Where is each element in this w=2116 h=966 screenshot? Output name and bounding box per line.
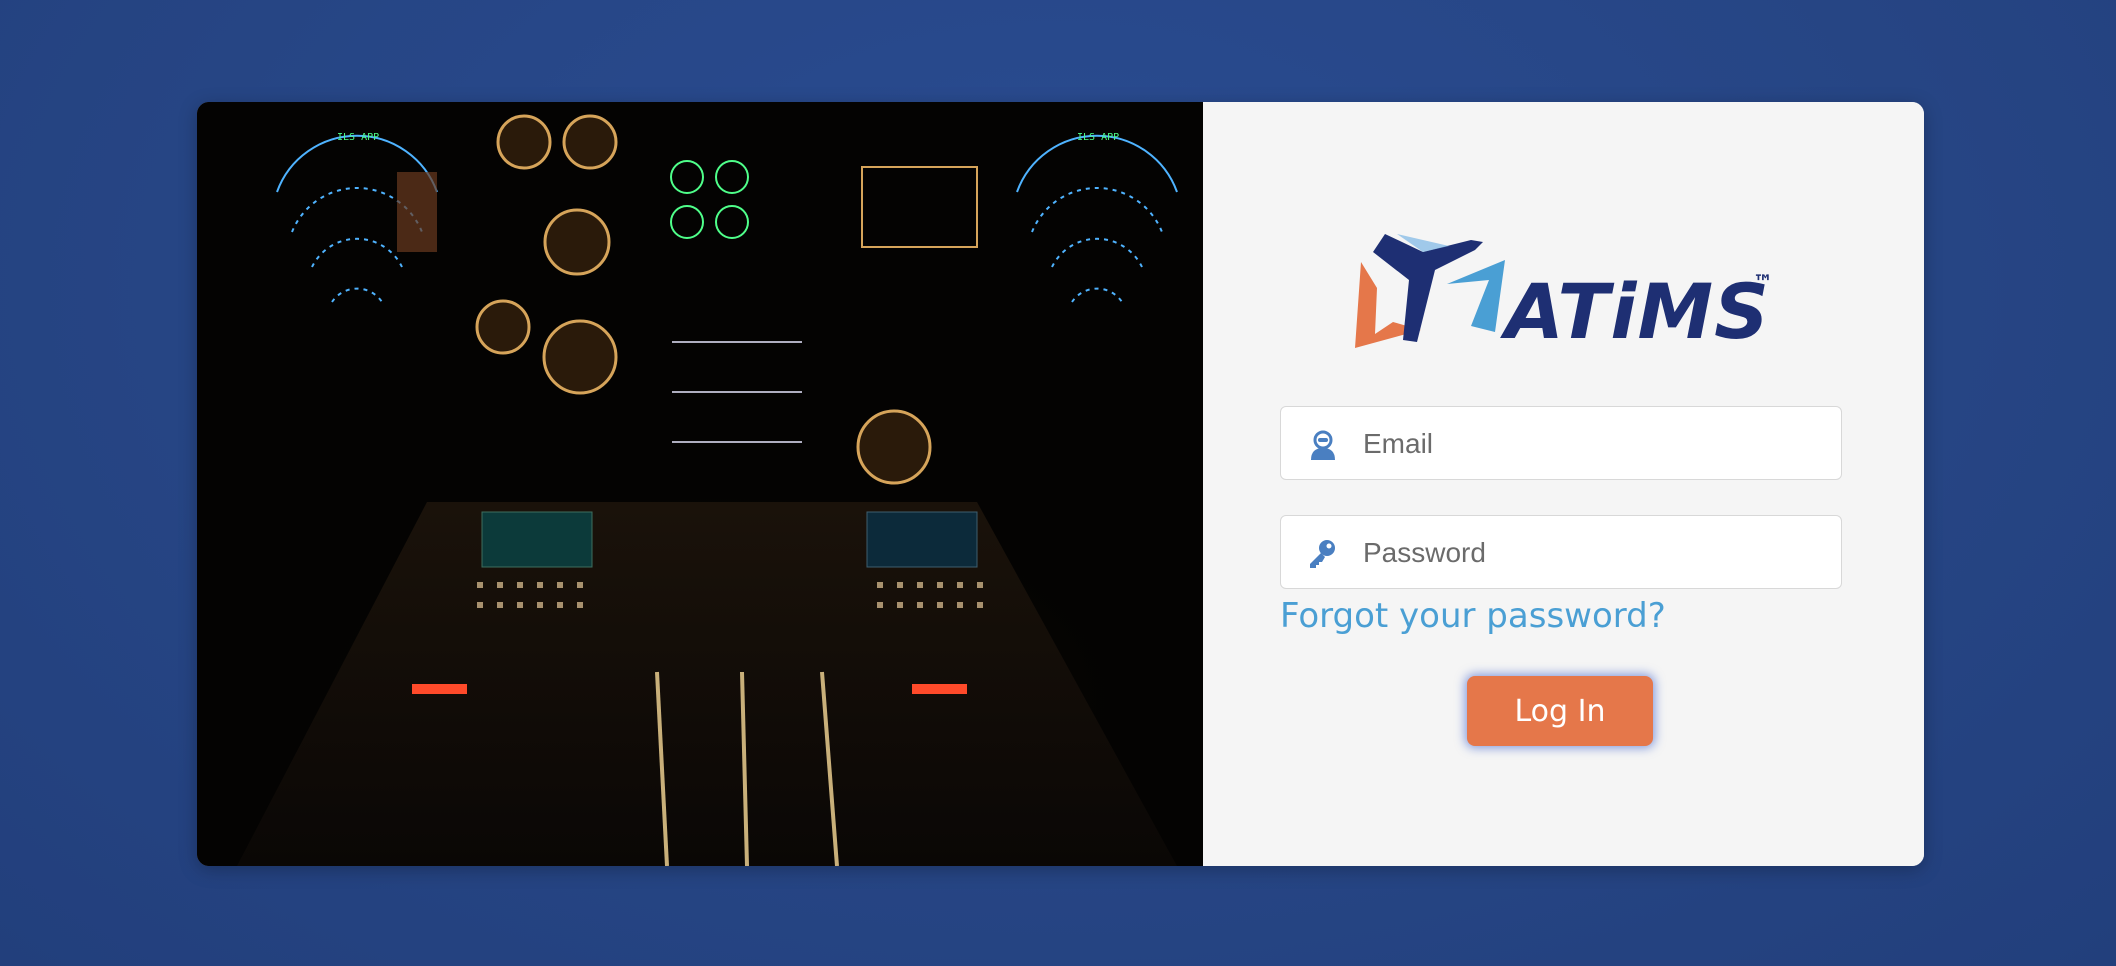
login-card: ILS APP ILS APP ATiMS ™ Email Forgot you… (197, 102, 1924, 866)
svg-text:ILS APP: ILS APP (1077, 132, 1119, 143)
email-input[interactable] (1361, 407, 1825, 481)
password-field[interactable] (1280, 515, 1842, 590)
svg-text:ILS APP: ILS APP (337, 132, 379, 143)
cockpit-image: ILS APP ILS APP (197, 102, 1203, 866)
login-button[interactable]: Log In (1467, 676, 1653, 746)
key-icon (1307, 538, 1339, 570)
trademark-symbol: ™ (1753, 270, 1773, 294)
password-input[interactable] (1361, 516, 1825, 590)
forgot-password-link[interactable]: Forgot your password? (1280, 596, 1666, 636)
email-field[interactable] (1280, 406, 1842, 481)
logo-wordmark: ATiMS (1505, 267, 1770, 356)
login-panel: ATiMS ™ Forgot you (1203, 102, 1924, 866)
user-icon (1307, 429, 1339, 461)
atims-logo: ATiMS ™ (1353, 224, 1783, 364)
